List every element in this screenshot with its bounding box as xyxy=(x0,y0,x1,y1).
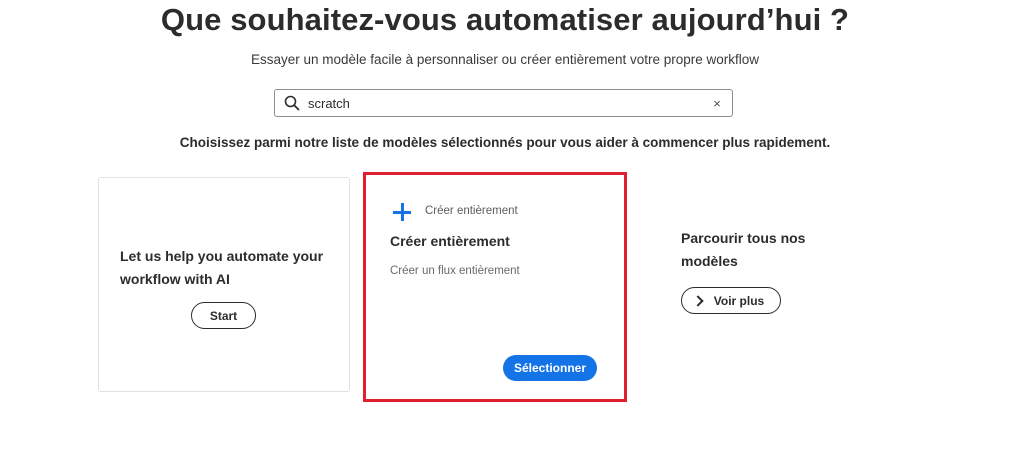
browse-templates-text: Parcourir tous nos modèles xyxy=(681,230,806,269)
instructions-text: Choisissez parmi notre liste de modèles … xyxy=(179,135,831,150)
select-button[interactable]: Sélectionner xyxy=(503,355,597,381)
ai-automation-card: Let us help you automate your workflow w… xyxy=(98,177,350,392)
plus-icon xyxy=(392,202,412,222)
clear-icon[interactable]: × xyxy=(704,90,730,116)
page-title: Que souhaitez-vous automatiser aujourd’h… xyxy=(160,2,850,37)
chevron-right-icon xyxy=(692,294,704,307)
see-more-label: Voir plus xyxy=(713,293,765,308)
start-button[interactable]: Start xyxy=(191,302,256,329)
search-icon xyxy=(278,89,306,117)
create-from-scratch-card[interactable]: Créer entièrement Créer entièrement Crée… xyxy=(366,175,624,399)
card-heading: Créer entièrement xyxy=(390,233,510,249)
card-description: Créer un flux entièrement xyxy=(390,265,520,277)
page-subtitle: Essayer un modèle facile à personnaliser… xyxy=(251,52,759,67)
card-tag: Créer entièrement xyxy=(425,205,518,217)
ai-card-text: Let us help you automate your workflow w… xyxy=(120,248,324,287)
search-box[interactable]: × xyxy=(274,89,733,117)
page: Que souhaitez-vous automatiser aujourd’h… xyxy=(0,0,1010,454)
search-input[interactable] xyxy=(306,91,704,115)
see-more-button[interactable]: Voir plus xyxy=(681,287,781,314)
